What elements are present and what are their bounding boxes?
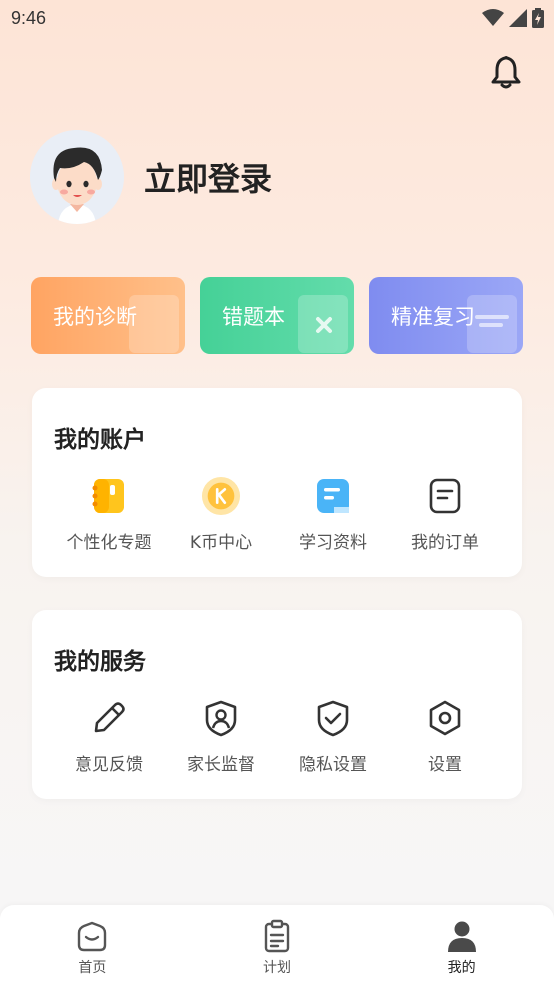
grid-label: 设置 bbox=[428, 755, 462, 775]
profile-icon bbox=[447, 921, 476, 952]
home-icon bbox=[78, 921, 107, 952]
grid-item-topics[interactable]: 个性化专题 bbox=[53, 476, 165, 553]
account-title: 我的账户 bbox=[54, 427, 146, 453]
status-bar: 9:46 bbox=[0, 0, 554, 38]
profile-header[interactable]: 立即登录 bbox=[30, 130, 272, 224]
grid-label: 隐私设置 bbox=[299, 755, 367, 775]
mistake-book-button[interactable]: 错题本 bbox=[200, 277, 354, 354]
tab-label: 计划 bbox=[262, 960, 291, 976]
parent-shield-icon bbox=[201, 698, 241, 738]
grid-item-privacy[interactable]: 隐私设置 bbox=[277, 698, 389, 775]
grid-item-materials[interactable]: 学习资料 bbox=[277, 476, 389, 553]
grid-item-feedback[interactable]: 意见反馈 bbox=[53, 698, 165, 775]
login-link[interactable]: 立即登录 bbox=[144, 154, 272, 200]
status-icons bbox=[482, 8, 544, 28]
precise-review-button[interactable]: 精准复习 bbox=[369, 277, 523, 354]
battery-icon bbox=[532, 8, 544, 28]
account-panel: 我的账户 个性化专题 K币中心 学习资料 我的订单 bbox=[32, 388, 522, 577]
tab-label: 我的 bbox=[447, 960, 476, 976]
notification-bell-icon[interactable] bbox=[488, 54, 524, 90]
grid-label: 个性化专题 bbox=[66, 533, 152, 553]
service-title: 我的服务 bbox=[54, 649, 146, 675]
tab-home[interactable]: 首页 bbox=[32, 905, 152, 984]
tab-label: 首页 bbox=[78, 960, 107, 976]
order-icon bbox=[425, 476, 465, 516]
grid-label: 家长监督 bbox=[187, 755, 255, 775]
status-time: 9:46 bbox=[11, 8, 47, 28]
diagnosis-label: 我的诊断 bbox=[53, 304, 137, 329]
grid-item-settings[interactable]: 设置 bbox=[389, 698, 501, 775]
service-panel: 我的服务 意见反馈 家长监督 隐私设置 设置 bbox=[32, 610, 522, 799]
grid-item-kcoin[interactable]: K币中心 bbox=[165, 476, 277, 553]
precise-review-label: 精准复习 bbox=[391, 304, 475, 329]
mistake-book-label: 错题本 bbox=[222, 304, 285, 329]
diagnosis-button[interactable]: 我的诊断 bbox=[31, 277, 185, 354]
pencil-icon bbox=[89, 698, 129, 738]
settings-icon bbox=[425, 698, 465, 738]
mistake-icon bbox=[298, 295, 348, 353]
quick-actions: 我的诊断 错题本 精准复习 bbox=[31, 277, 523, 354]
tab-plan[interactable]: 计划 bbox=[217, 905, 337, 984]
bottom-tabbar: 首页 计划 我的 bbox=[0, 905, 554, 984]
wifi-icon bbox=[482, 9, 504, 26]
coin-icon bbox=[201, 476, 241, 516]
grid-label: 意见反馈 bbox=[75, 755, 143, 775]
grid-item-orders[interactable]: 我的订单 bbox=[389, 476, 501, 553]
plan-icon bbox=[264, 919, 290, 953]
avatar[interactable] bbox=[30, 130, 124, 224]
grid-label: 学习资料 bbox=[299, 533, 367, 553]
signal-icon bbox=[509, 9, 527, 27]
grid-label: K币中心 bbox=[189, 533, 253, 553]
notebook-icon bbox=[89, 476, 129, 516]
grid-label: 我的订单 bbox=[411, 533, 479, 553]
document-icon bbox=[313, 476, 353, 516]
tab-mine[interactable]: 我的 bbox=[402, 905, 522, 984]
privacy-shield-icon bbox=[313, 698, 353, 738]
grid-item-parental[interactable]: 家长监督 bbox=[165, 698, 277, 775]
